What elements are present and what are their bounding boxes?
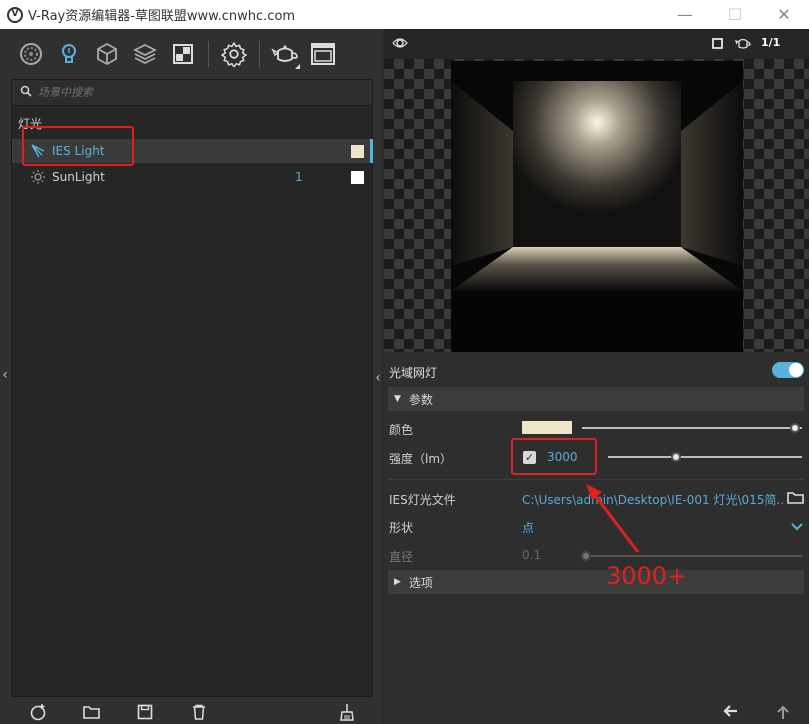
intensity-label: 强度（lm） xyxy=(389,452,453,466)
ies-file-label: IES灯光文件 xyxy=(389,493,456,507)
scene-outliner: 灯光 IES Light SunLight 1 xyxy=(11,79,373,697)
shape-label: 形状 xyxy=(389,521,414,535)
color-label: 颜色 xyxy=(389,423,414,437)
preview-teapot-icon[interactable] xyxy=(734,37,751,53)
material-preview-render xyxy=(451,61,743,352)
properties-bottom-toolbar xyxy=(384,700,809,724)
materials-icon[interactable] xyxy=(12,37,50,71)
open-folder-icon[interactable] xyxy=(83,703,101,721)
settings-icon[interactable] xyxy=(215,37,253,71)
lights-icon[interactable] xyxy=(50,37,88,71)
toolbar-divider xyxy=(208,41,209,67)
instance-count: 1 xyxy=(295,170,303,184)
diameter-value[interactable]: 0.1 xyxy=(522,548,541,562)
render-teapot-icon[interactable] xyxy=(266,37,304,71)
expanded-arrow-icon: ▼ xyxy=(394,394,401,404)
ies-file-path[interactable]: C:\Users\admin\Desktop\IE-001 灯光\015简... xyxy=(522,491,784,508)
layers-icon[interactable] xyxy=(126,37,164,71)
section-parameters-label: 参数 xyxy=(408,392,433,407)
minimize-button[interactable]: — xyxy=(662,0,708,29)
chevron-down-icon[interactable] xyxy=(791,521,803,535)
intensity-slider-track[interactable] xyxy=(608,456,802,458)
vray-logo-icon: V xyxy=(7,6,23,23)
search-bar xyxy=(12,80,372,106)
collapsed-arrow-icon: ▶ xyxy=(394,577,401,587)
annotation-highlight-ies-light xyxy=(22,126,134,166)
color-swatch-button[interactable] xyxy=(522,421,572,434)
list-item-sunlight[interactable]: SunLight 1 xyxy=(12,165,372,189)
close-button[interactable]: ✕ xyxy=(761,0,807,29)
title-bar: V V-Ray资源编辑器-草图联盟www.cnwhc.com — ☐ ✕ xyxy=(0,0,809,29)
annotation-note: 3000+ xyxy=(606,562,688,590)
search-input[interactable] xyxy=(38,86,338,99)
back-arrow-icon[interactable] xyxy=(722,704,738,721)
purge-broom-icon[interactable] xyxy=(338,703,356,721)
color-swatch xyxy=(351,145,364,158)
collapse-left-arrow-icon[interactable]: ‹ xyxy=(0,360,10,390)
search-icon xyxy=(20,85,32,100)
annotation-arrow xyxy=(586,484,640,553)
list-item-label: SunLight xyxy=(52,170,105,184)
save-icon[interactable] xyxy=(136,703,154,721)
maximize-button[interactable]: ☐ xyxy=(712,0,758,29)
section-options[interactable]: ▶ 选项 xyxy=(388,570,804,594)
intensity-slider-handle[interactable] xyxy=(670,452,681,462)
color-slider-track[interactable] xyxy=(582,427,802,429)
toggle-knob xyxy=(789,363,803,377)
browse-folder-icon[interactable] xyxy=(787,490,805,508)
geometry-icon[interactable] xyxy=(88,37,126,71)
shape-dropdown[interactable]: 点 xyxy=(522,519,534,536)
color-swatch xyxy=(351,171,364,184)
section-parameters[interactable]: ▼ 参数 xyxy=(388,387,804,411)
frame-buffer-icon[interactable] xyxy=(304,37,342,71)
window-title: V-Ray资源编辑器-草图联盟www.cnwhc.com xyxy=(28,9,296,24)
add-asset-icon[interactable] xyxy=(29,703,47,721)
asset-toolbar xyxy=(12,36,342,72)
render-elements-icon[interactable] xyxy=(164,37,202,71)
delete-icon[interactable] xyxy=(190,703,208,721)
light-type-header: 光域网灯 xyxy=(389,366,438,380)
preview-options-icon[interactable] xyxy=(392,37,408,52)
annotation-highlight-intensity xyxy=(511,438,597,475)
sun-icon xyxy=(30,169,46,185)
enable-toggle[interactable] xyxy=(772,362,804,378)
preview-shape-square-icon[interactable] xyxy=(712,38,723,52)
section-options-label: 选项 xyxy=(408,575,433,590)
outliner-bottom-toolbar xyxy=(0,700,382,724)
toolbar-divider xyxy=(259,41,260,67)
preview-scale-label[interactable]: 1/1 xyxy=(761,36,780,49)
dropdown-corner-icon xyxy=(295,64,300,69)
preview-toolbar: 1/1 xyxy=(384,29,809,59)
collapse-right-arrow-icon[interactable]: ‹ xyxy=(373,368,383,388)
diameter-label: 直径 xyxy=(389,550,414,564)
up-arrow-icon[interactable] xyxy=(776,704,790,723)
selection-indicator xyxy=(370,139,373,163)
